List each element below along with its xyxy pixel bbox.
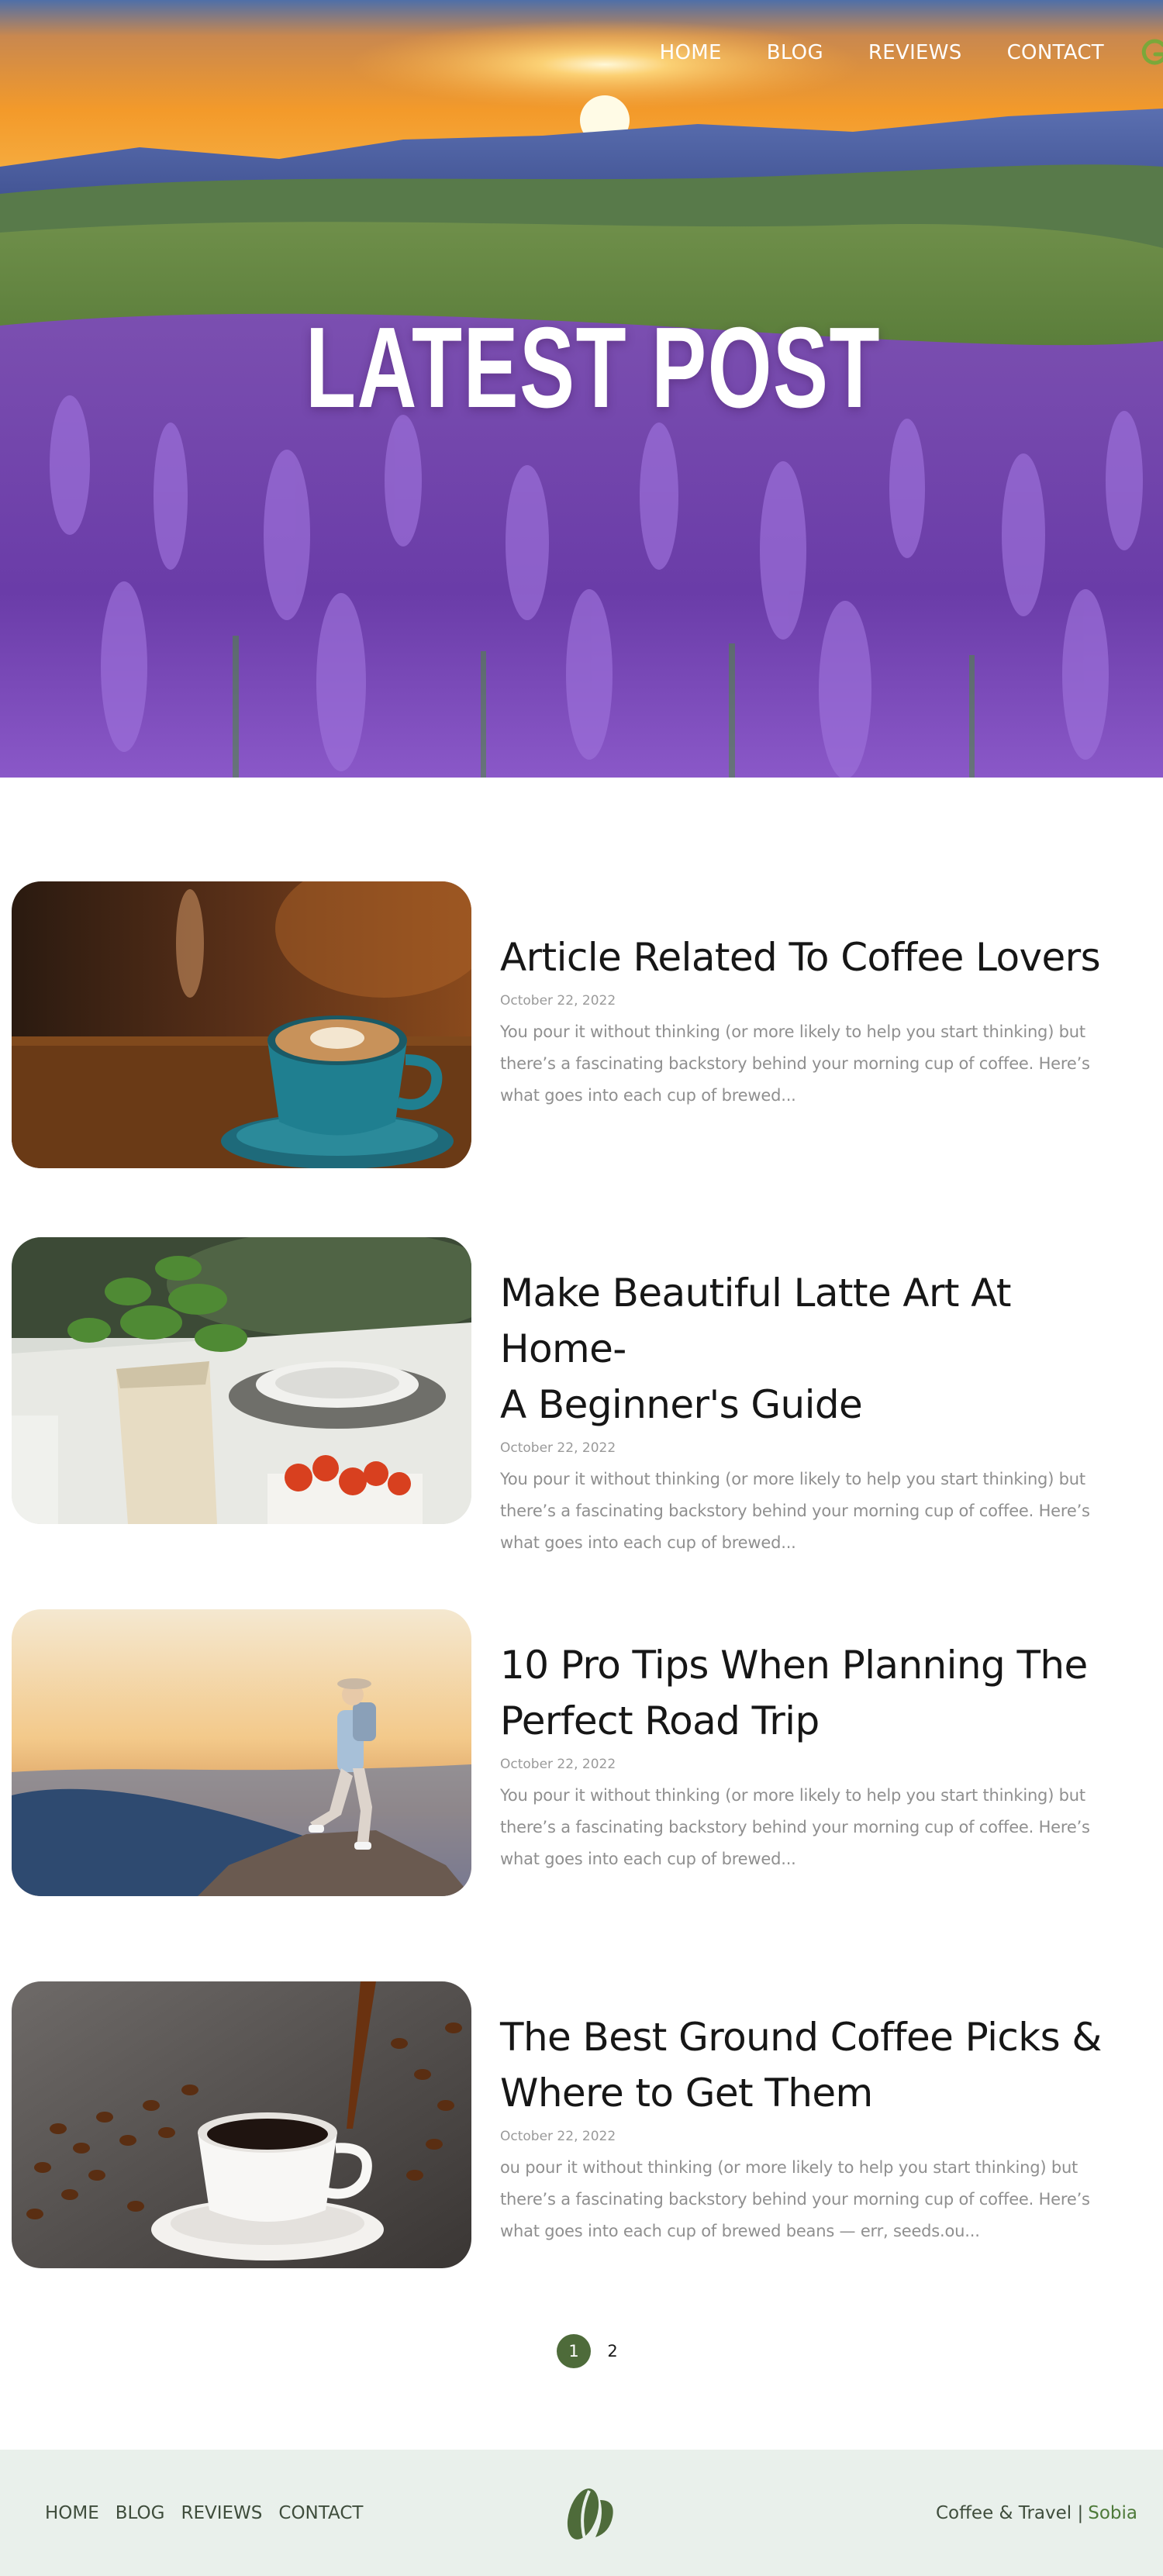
post-date: October 22, 2022 — [500, 2129, 616, 2144]
latte-art-cup-photo — [12, 881, 471, 1168]
g-logo-icon[interactable] — [1140, 37, 1163, 68]
page-2-button[interactable]: 2 — [595, 2334, 630, 2368]
post-title-line: Article Related To Coffee Lovers — [500, 935, 1101, 980]
post-thumbnail[interactable] — [12, 1981, 471, 2268]
post-excerpt-line: what goes into each cup of brewed... — [500, 1086, 796, 1105]
main-nav: HOME BLOG REVIEWS CONTACT — [660, 34, 1163, 71]
post-excerpt-line: there’s a fascinating backstory behind y… — [500, 1054, 1090, 1073]
post-excerpt-line: what goes into each cup of brewed beans … — [500, 2222, 980, 2240]
post-card: Article Related To Coffee Lovers October… — [0, 881, 1163, 1168]
nav-contact-link[interactable]: CONTACT — [1007, 41, 1104, 64]
post-title-line: Make Beautiful Latte Art At Home- — [500, 1271, 1012, 1371]
post-date: October 22, 2022 — [500, 1757, 616, 1772]
post-excerpt-line: You pour it without thinking (or more li… — [500, 1022, 1085, 1041]
post-excerpt-line: You pour it without thinking (or more li… — [500, 1470, 1085, 1488]
post-title-line: 10 Pro Tips When Planning The — [500, 1643, 1088, 1688]
coffee-beans-and-cup-photo — [12, 1981, 471, 2268]
post-date: October 22, 2022 — [500, 993, 616, 1009]
post-body: 10 Pro Tips When Planning The Perfect Ro… — [500, 1637, 1144, 1875]
post-title-line: Perfect Road Trip — [500, 1698, 820, 1743]
footer-credit: Coffee & Travel | Sobia — [936, 2450, 1137, 2576]
post-excerpt: ou pour it without thinking (or more lik… — [500, 2152, 1144, 2247]
post-body: Article Related To Coffee Lovers October… — [500, 929, 1144, 1112]
footer-author-link[interactable]: Sobia — [1088, 2503, 1137, 2523]
post-card: Make Beautiful Latte Art At Home- A Begi… — [0, 1237, 1163, 1552]
post-body: Make Beautiful Latte Art At Home- A Begi… — [500, 1265, 1144, 1559]
nav-blog-link[interactable]: BLOG — [767, 41, 823, 64]
hiker-on-mountain-photo — [12, 1609, 471, 1896]
post-thumbnail[interactable] — [12, 1609, 471, 1896]
hero-title: LATEST POST — [305, 304, 882, 432]
post-body: The Best Ground Coffee Picks & Where to … — [500, 2009, 1144, 2247]
page-1-button[interactable]: 1 — [557, 2334, 591, 2368]
nav-reviews-link[interactable]: REVIEWS — [868, 41, 962, 64]
table-with-basil-and-strawberries-photo — [12, 1237, 471, 1524]
post-title-line: A Beginner's Guide — [500, 1382, 863, 1427]
site-footer: HOME BLOG REVIEWS CONTACT Coffee & Trave… — [0, 2450, 1163, 2576]
post-excerpt-line: You pour it without thinking (or more li… — [500, 1786, 1085, 1805]
nav-home-link[interactable]: HOME — [660, 41, 722, 64]
post-date: October 22, 2022 — [500, 1440, 616, 1456]
pagination: 1 2 — [557, 2334, 630, 2368]
post-thumbnail[interactable] — [12, 881, 471, 1168]
footer-home-link[interactable]: HOME — [45, 2503, 99, 2523]
post-excerpt-line: what goes into each cup of brewed... — [500, 1533, 796, 1552]
post-excerpt-line: there’s a fascinating backstory behind y… — [500, 1818, 1090, 1836]
post-title[interactable]: The Best Ground Coffee Picks & Where to … — [500, 2009, 1144, 2121]
post-excerpt-line: there’s a fascinating backstory behind y… — [500, 2190, 1090, 2209]
post-thumbnail[interactable] — [12, 1237, 471, 1524]
coffee-bean-logo-icon[interactable] — [560, 2483, 622, 2545]
post-title-line: Where to Get Them — [500, 2071, 873, 2116]
footer-site-name: Coffee & Travel | — [935, 2502, 1084, 2523]
post-title[interactable]: 10 Pro Tips When Planning The Perfect Ro… — [500, 1637, 1144, 1749]
post-title-line: The Best Ground Coffee Picks & — [500, 2015, 1102, 2060]
footer-reviews-link[interactable]: REVIEWS — [181, 2503, 262, 2523]
footer-contact-link[interactable]: CONTACT — [278, 2503, 363, 2523]
post-excerpt: You pour it without thinking (or more li… — [500, 1016, 1144, 1112]
post-title[interactable]: Article Related To Coffee Lovers — [500, 929, 1144, 985]
post-excerpt-line: there’s a fascinating backstory behind y… — [500, 1502, 1090, 1520]
footer-blog-link[interactable]: BLOG — [116, 2503, 165, 2523]
footer-nav: HOME BLOG REVIEWS CONTACT — [45, 2450, 379, 2576]
post-card: The Best Ground Coffee Picks & Where to … — [0, 1981, 1163, 2268]
post-excerpt-line: what goes into each cup of brewed... — [500, 1850, 796, 1868]
post-excerpt-line: ou pour it without thinking (or more lik… — [500, 2158, 1078, 2177]
post-excerpt: You pour it without thinking (or more li… — [500, 1464, 1144, 1559]
hero-banner: HOME BLOG REVIEWS CONTACT LATEST POST — [0, 0, 1163, 778]
post-excerpt: You pour it without thinking (or more li… — [500, 1780, 1144, 1875]
post-title[interactable]: Make Beautiful Latte Art At Home- A Begi… — [500, 1265, 1144, 1433]
post-card: 10 Pro Tips When Planning The Perfect Ro… — [0, 1609, 1163, 1896]
